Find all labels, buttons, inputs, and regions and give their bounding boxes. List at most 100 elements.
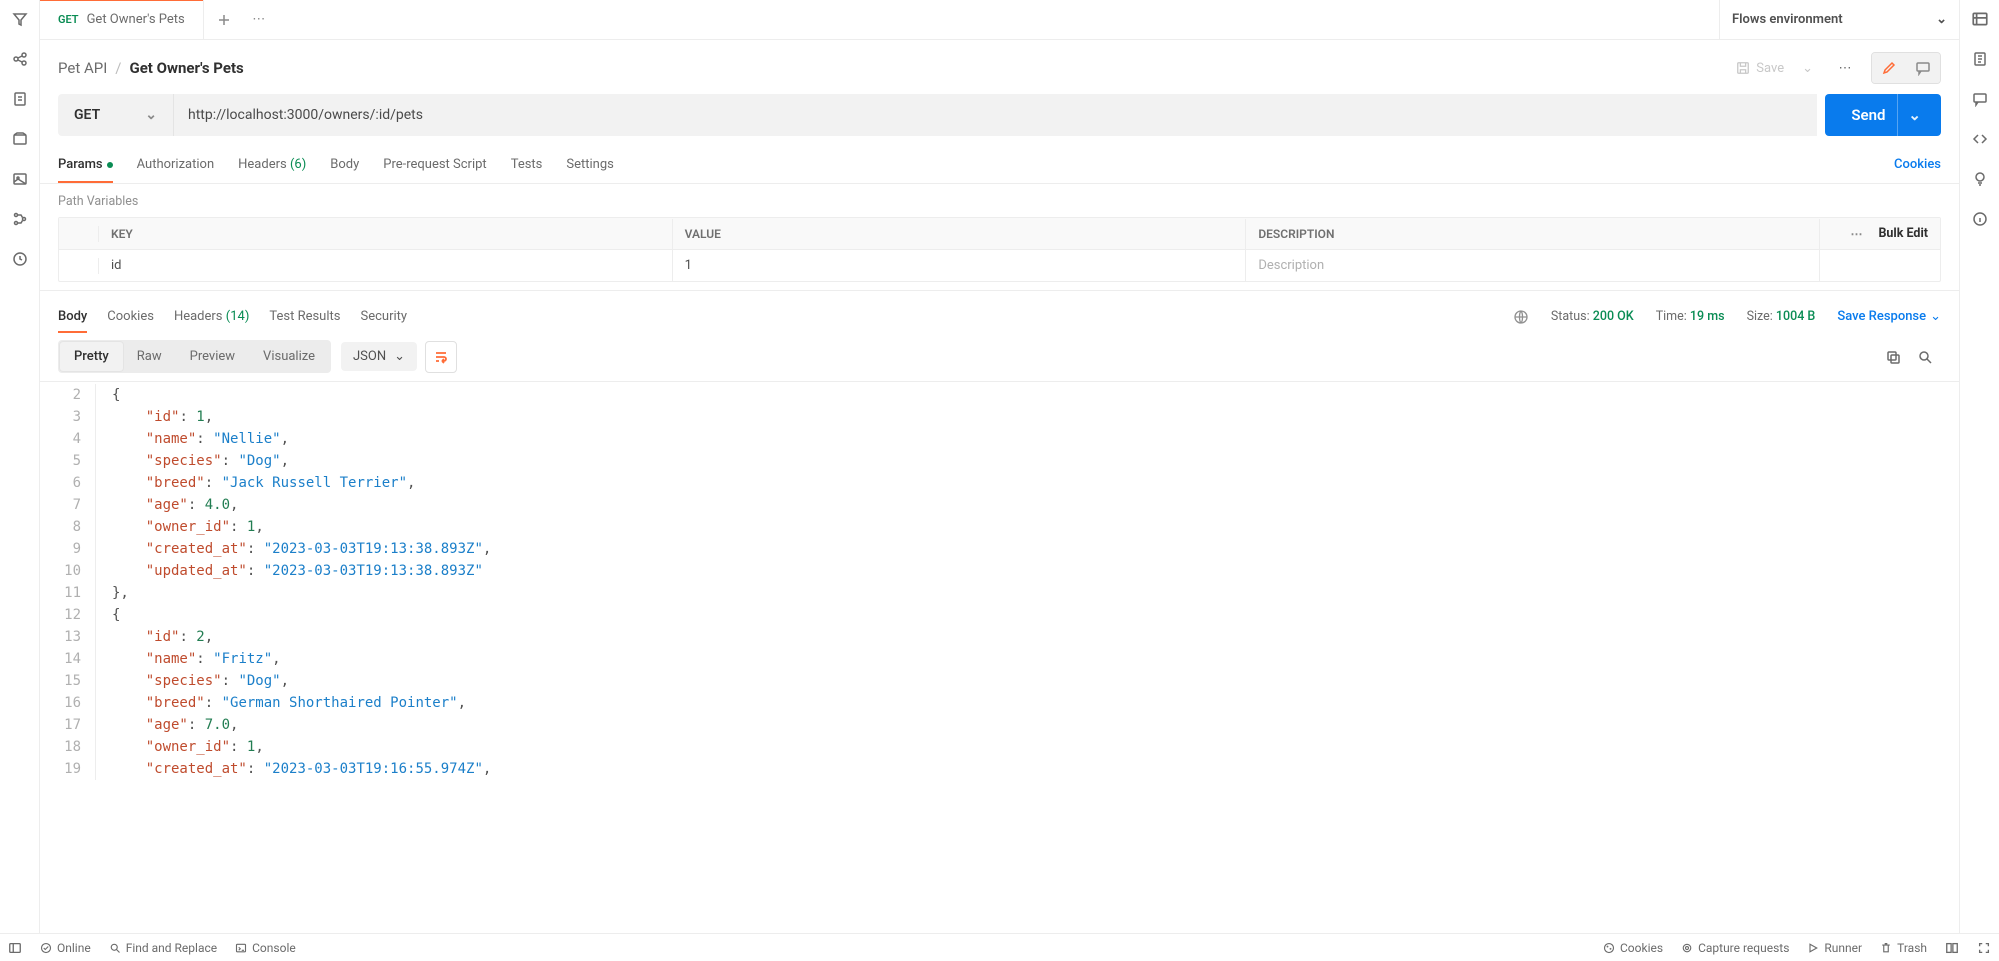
online-status[interactable]: Online: [40, 941, 91, 955]
comments-icon[interactable]: [1971, 90, 1989, 108]
footer-cookies-button[interactable]: Cookies: [1603, 941, 1663, 955]
panel-toggle-icon[interactable]: [8, 941, 22, 955]
code-line: 2{: [40, 384, 1959, 406]
path-variables-table: KEY VALUE DESCRIPTION ⋯ Bulk Edit id 1 D…: [58, 217, 1941, 282]
runner-button[interactable]: Runner: [1807, 941, 1862, 955]
bulk-edit-button[interactable]: Bulk Edit: [1878, 226, 1928, 241]
save-label: Save: [1756, 61, 1784, 76]
code-snippet-icon[interactable]: [1971, 130, 1989, 148]
response-header: Body Cookies Headers (14) Test Results S…: [40, 290, 1959, 332]
resp-tab-test-results[interactable]: Test Results: [269, 301, 340, 332]
response-time: Time: 19 ms: [1656, 309, 1725, 324]
column-description: DESCRIPTION: [1246, 219, 1820, 249]
new-tab-button[interactable]: [204, 0, 244, 40]
tab-tests[interactable]: Tests: [511, 147, 543, 182]
resp-tab-headers[interactable]: Headers (14): [174, 301, 249, 332]
save-icon: [1736, 61, 1750, 75]
console-button[interactable]: Console: [235, 941, 296, 955]
search-response-button[interactable]: [1909, 342, 1941, 372]
resp-tab-cookies[interactable]: Cookies: [107, 301, 154, 332]
response-status: Status: 200 OK: [1551, 309, 1634, 324]
two-pane-icon[interactable]: [1945, 941, 1959, 955]
chevron-down-icon: ⌄: [1930, 309, 1941, 324]
resp-tab-security[interactable]: Security: [360, 301, 407, 332]
tab-headers[interactable]: Headers (6): [238, 147, 306, 182]
response-toolbar: Pretty Raw Preview Visualize JSON ⌄: [40, 332, 1959, 382]
flow-icon[interactable]: [11, 210, 29, 228]
code-line: 10 "updated_at": "2023-03-03T19:13:38.89…: [40, 560, 1959, 582]
view-raw-button[interactable]: Raw: [123, 342, 176, 371]
method-value: GET: [74, 107, 100, 123]
cookies-link[interactable]: Cookies: [1894, 157, 1941, 172]
view-preview-button[interactable]: Preview: [176, 342, 249, 371]
tab-prerequest[interactable]: Pre-request Script: [383, 147, 486, 182]
more-actions-button[interactable]: ⋯: [1829, 53, 1861, 83]
format-value: JSON: [353, 349, 386, 364]
chevron-down-icon[interactable]: ⌄: [1897, 94, 1921, 136]
response-body[interactable]: 2{3 "id": 1,4 "name": "Nellie",5 "specie…: [40, 382, 1959, 933]
save-response-button[interactable]: Save Response ⌄: [1837, 309, 1941, 324]
tab-params[interactable]: Params: [58, 147, 113, 182]
format-selector[interactable]: JSON ⌄: [341, 342, 417, 371]
send-button[interactable]: Send ⌄: [1825, 94, 1941, 136]
code-line: 5 "species": "Dog",: [40, 450, 1959, 472]
file-icon[interactable]: [11, 90, 29, 108]
code-line: 6 "breed": "Jack Russell Terrier",: [40, 472, 1959, 494]
code-line: 3 "id": 1,: [40, 406, 1959, 428]
pv-value-cell[interactable]: 1: [673, 250, 1247, 281]
body-view-mode: Pretty Raw Preview Visualize: [58, 340, 331, 373]
view-visualize-button[interactable]: Visualize: [249, 342, 329, 371]
copy-response-button[interactable]: [1877, 342, 1909, 372]
response-size: Size: 1004 B: [1747, 309, 1816, 324]
documentation-icon[interactable]: [1971, 50, 1989, 68]
trash-button[interactable]: Trash: [1880, 941, 1927, 955]
path-variables-title: Path Variables: [40, 184, 1959, 217]
tab-method: GET: [58, 13, 79, 26]
send-label: Send: [1851, 106, 1885, 124]
info-icon[interactable]: [1971, 210, 1989, 228]
view-mode-toggle: [1871, 52, 1941, 84]
share-icon[interactable]: [11, 50, 29, 68]
environment-selector[interactable]: Flows environment ⌄: [1719, 0, 1959, 39]
method-selector[interactable]: GET ⌄: [58, 94, 173, 136]
footer-bar: Online Find and Replace Console Cookies …: [0, 933, 1999, 961]
table-row: id 1 Description: [59, 249, 1940, 281]
find-replace-button[interactable]: Find and Replace: [109, 941, 217, 955]
save-button[interactable]: Save: [1725, 54, 1795, 83]
code-line: 9 "created_at": "2023-03-03T19:13:38.893…: [40, 538, 1959, 560]
tab-body[interactable]: Body: [330, 147, 359, 182]
lightbulb-icon[interactable]: [1971, 170, 1989, 188]
capture-requests-button[interactable]: Capture requests: [1681, 941, 1789, 955]
tabs-overflow-button[interactable]: ⋯: [244, 0, 274, 40]
code-line: 12{: [40, 604, 1959, 626]
comment-mode-button[interactable]: [1906, 53, 1940, 83]
env-quicklook-icon[interactable]: [1971, 10, 1989, 28]
globe-icon[interactable]: [1513, 309, 1529, 325]
code-line: 4 "name": "Nellie",: [40, 428, 1959, 450]
request-tabs: Params Authorization Headers (6) Body Pr…: [40, 146, 1959, 184]
pv-description-cell[interactable]: Description: [1246, 250, 1820, 281]
tab-settings[interactable]: Settings: [566, 147, 613, 182]
url-input[interactable]: http://localhost:3000/owners/:id/pets: [173, 94, 1817, 136]
table-options-button[interactable]: ⋯: [1850, 227, 1862, 241]
left-rail: [0, 0, 40, 933]
tab-authorization[interactable]: Authorization: [137, 147, 215, 182]
expand-icon[interactable]: [1977, 941, 1991, 955]
chevron-down-icon: ⌄: [1936, 12, 1947, 27]
save-dropdown-button[interactable]: ⌄: [1795, 55, 1819, 82]
tabstrip: GET Get Owner's Pets ⋯ Flows environment…: [40, 0, 1959, 40]
edit-mode-button[interactable]: [1872, 53, 1906, 83]
image-icon[interactable]: [11, 170, 29, 188]
view-pretty-button[interactable]: Pretty: [60, 342, 123, 371]
code-line: 14 "name": "Fritz",: [40, 648, 1959, 670]
wallet-icon[interactable]: [11, 130, 29, 148]
code-line: 7 "age": 4.0,: [40, 494, 1959, 516]
resp-tab-body[interactable]: Body: [58, 301, 87, 332]
pv-key-cell[interactable]: id: [99, 250, 673, 281]
history-icon[interactable]: [11, 250, 29, 268]
workspace-tab[interactable]: GET Get Owner's Pets: [40, 0, 204, 39]
code-line: 8 "owner_id": 1,: [40, 516, 1959, 538]
breadcrumb-collection[interactable]: Pet API: [58, 59, 107, 77]
wrap-lines-button[interactable]: [425, 341, 457, 373]
filter-icon[interactable]: [11, 10, 29, 28]
